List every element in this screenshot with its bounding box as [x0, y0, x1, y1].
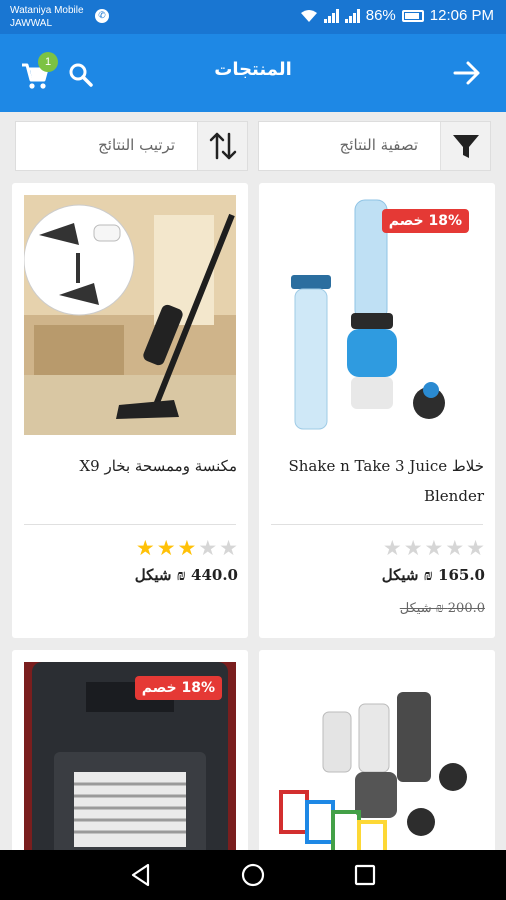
cart-count-badge: 1 [38, 52, 58, 72]
product-card[interactable]: 18% خصم خلاط Shake n Take 3 Juice Blende… [259, 183, 495, 638]
discount-badge: 18% خصم [381, 209, 469, 233]
carrier-name: Wataniya Mobile JAWWAL [10, 4, 84, 30]
product-price: 440.0 ₪ شيكل [134, 566, 238, 584]
rating-stars: ★ ★ ★ ★ ★ [383, 536, 485, 560]
battery-level: 86% [365, 7, 396, 24]
clock: 12:06 PM [429, 7, 494, 24]
star-icon: ★ [219, 536, 238, 560]
star-icon: ★ [424, 536, 444, 560]
filter-button[interactable]: تصفية النتائج [258, 121, 491, 171]
search-icon [69, 63, 93, 87]
sort-label: ترتيب النتائج [98, 136, 175, 154]
product-name[interactable]: مكنسة وممسحة بخار X9 [20, 451, 237, 481]
star-icon: ★ [198, 536, 218, 560]
sort-icon-box [197, 122, 247, 170]
star-icon: ★ [382, 536, 402, 560]
carrier-line-2: JAWWAL [10, 18, 53, 29]
filter-label: تصفية النتائج [339, 136, 418, 154]
blender-set-image [271, 662, 483, 870]
nav-back-button[interactable] [128, 862, 154, 888]
filter-icon [453, 135, 479, 158]
nav-home-button[interactable] [240, 862, 266, 888]
carrier-line-1: Wataniya Mobile [10, 5, 84, 16]
star-icon: ★ [156, 536, 176, 560]
product-card[interactable] [259, 650, 495, 870]
star-icon: ★ [466, 536, 485, 560]
arrow-forward-icon [453, 61, 480, 85]
divider [24, 524, 236, 525]
divider [271, 524, 483, 525]
product-price: 165.0 ₪ شيكل [381, 566, 485, 584]
sort-icon [209, 132, 237, 160]
product-image[interactable] [271, 662, 483, 870]
discount-badge: 18% خصم [134, 676, 222, 700]
back-button[interactable] [452, 60, 482, 86]
product-name[interactable]: خلاط Shake n Take 3 Juice Blender [267, 451, 485, 511]
status-indicators: 86% 12:06 PM [300, 7, 494, 24]
star-icon: ★ [177, 536, 197, 560]
star-icon: ★ [135, 536, 155, 560]
product-image[interactable]: 18% خصم [24, 662, 236, 870]
sort-button[interactable]: ترتيب النتائج [15, 121, 248, 171]
star-icon: ★ [445, 536, 465, 560]
signal-icon [344, 8, 360, 23]
nav-recents-button[interactable] [352, 862, 378, 888]
filter-icon-box [440, 122, 490, 170]
status-bar: Wataniya Mobile JAWWAL ✆ 86% 12:06 PM [0, 0, 506, 34]
battery-icon [401, 9, 424, 22]
phone-icon: ✆ [95, 9, 109, 23]
recents-square-icon [354, 864, 376, 886]
wifi-icon [300, 9, 317, 22]
product-card[interactable]: مكنسة وممسحة بخار X9 ★ ★ ★ ★ ★ 440.0 ₪ ش… [12, 183, 248, 638]
system-nav-bar [0, 850, 506, 900]
rating-stars: ★ ★ ★ ★ ★ [136, 536, 238, 560]
product-image[interactable]: 18% خصم [271, 195, 483, 435]
app-bar: المنتجات 1 [0, 34, 506, 112]
home-circle-icon [241, 863, 265, 887]
product-image[interactable] [24, 195, 236, 435]
star-icon: ★ [403, 536, 423, 560]
back-triangle-icon [131, 863, 150, 887]
signal-icon [323, 8, 339, 23]
search-button[interactable] [68, 62, 94, 88]
product-card[interactable]: 18% خصم [12, 650, 248, 870]
steam-mop-image [24, 195, 236, 435]
old-price: 200.0 ₪ شيكل [399, 601, 485, 616]
